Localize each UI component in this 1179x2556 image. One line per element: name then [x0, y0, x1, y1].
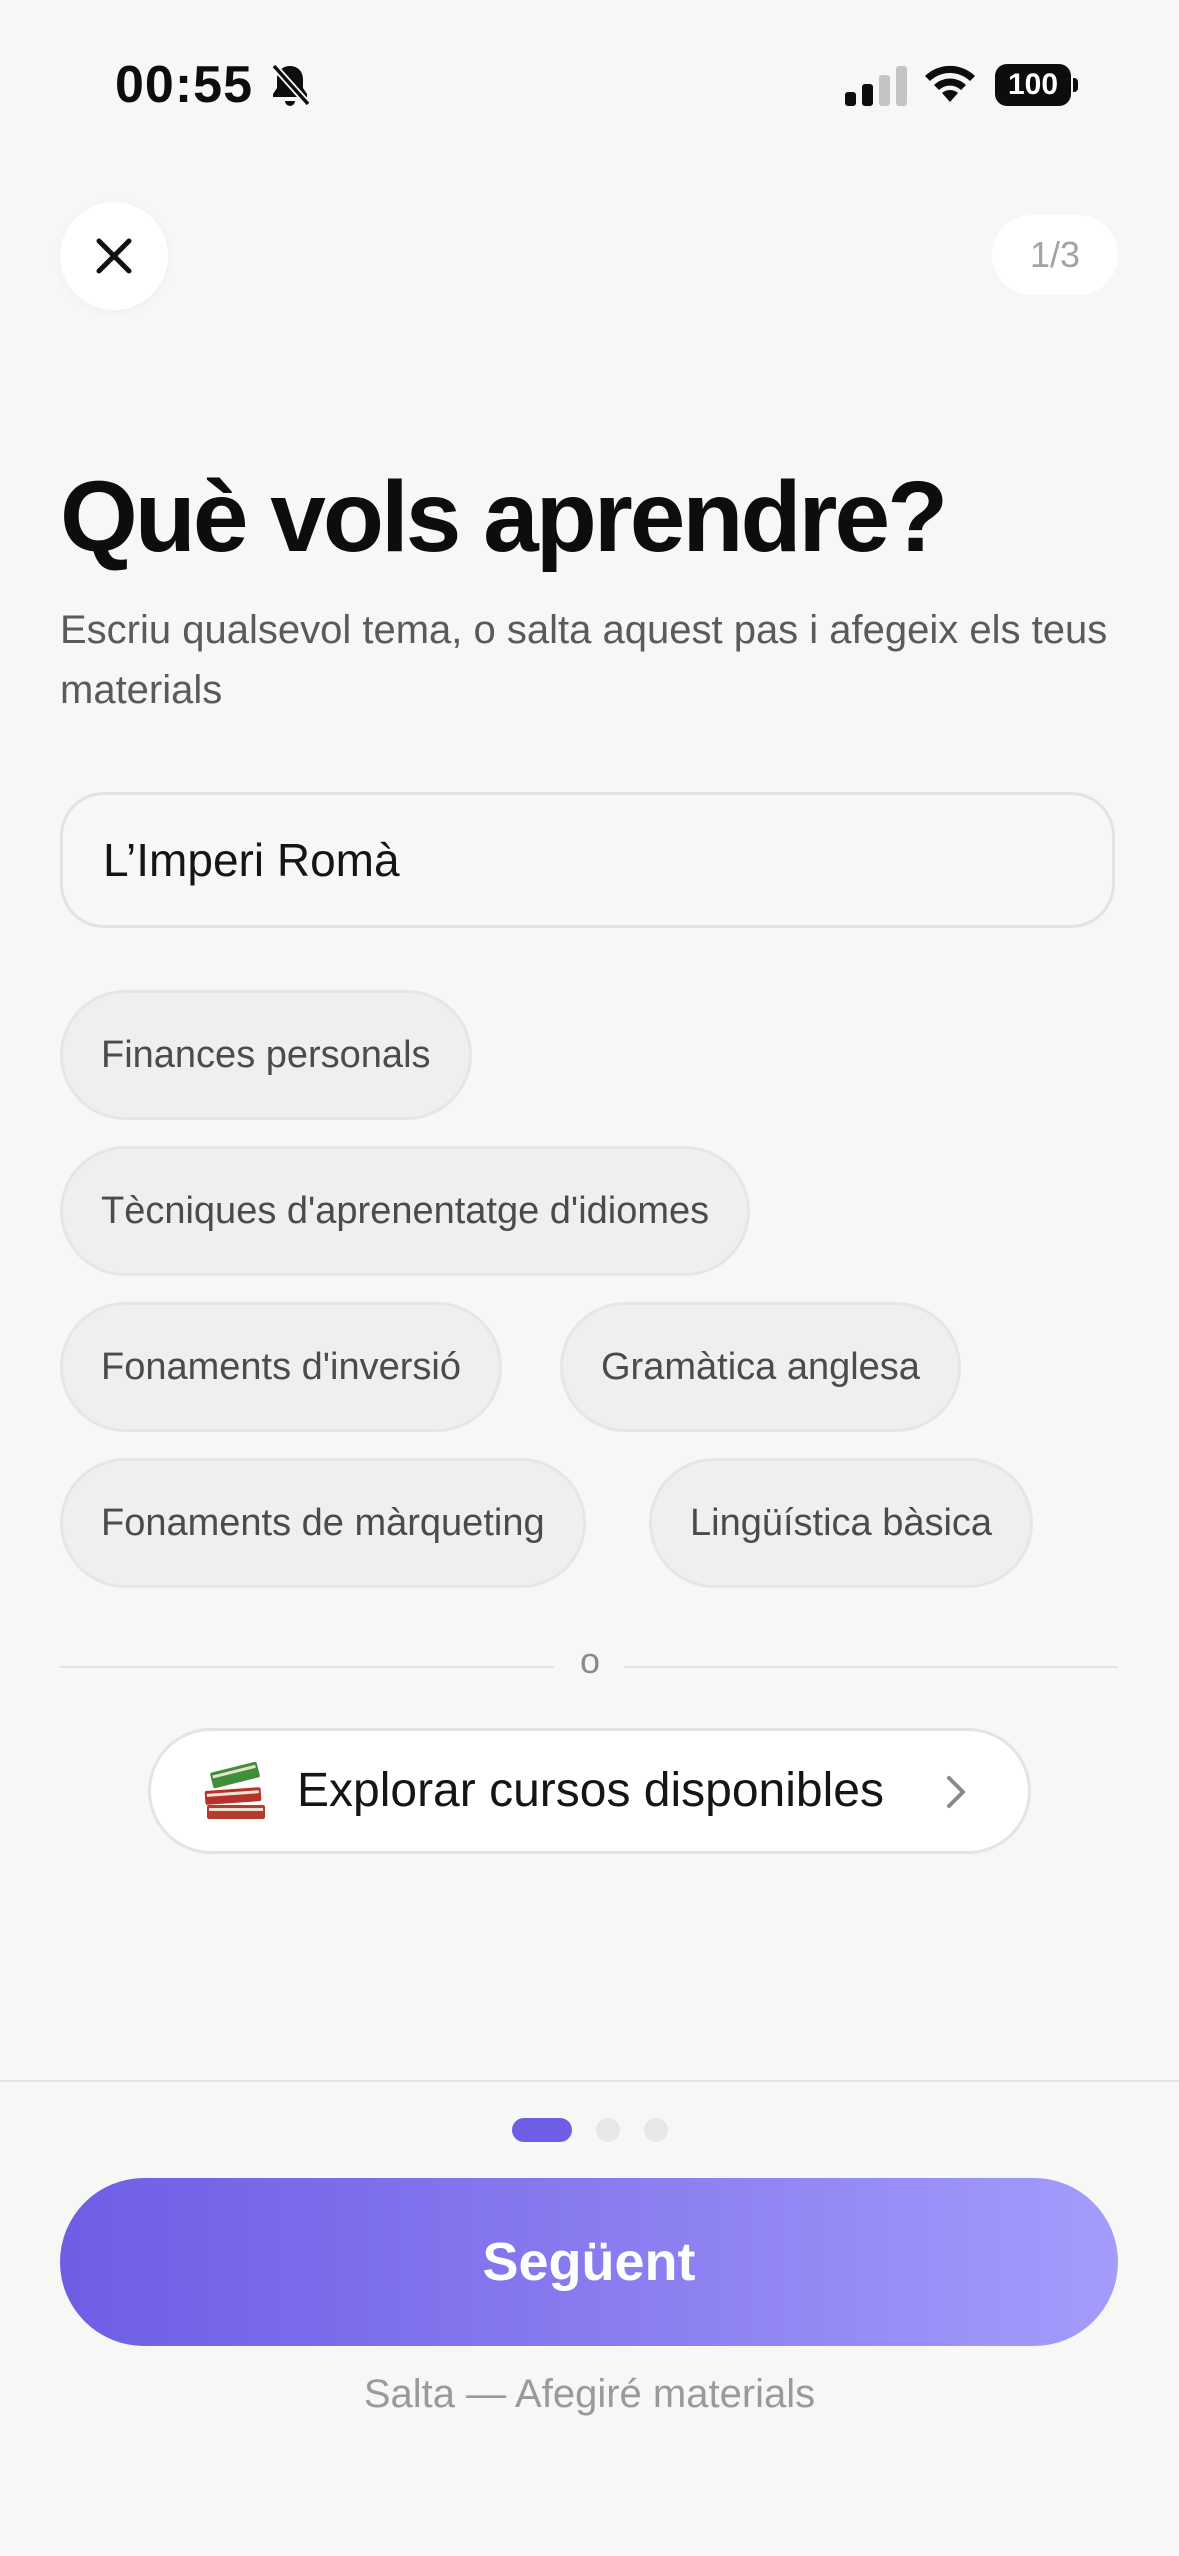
battery-tip	[1073, 78, 1078, 92]
books-icon	[204, 1761, 265, 1819]
close-button[interactable]	[60, 202, 168, 310]
chevron-right-icon	[947, 1776, 965, 1808]
close-icon	[96, 238, 132, 274]
page-subtitle: Escriu qualsevol tema, o salta aquest pa…	[60, 608, 1108, 712]
suggestion-chip-english-grammar[interactable]: Gramàtica anglesa	[560, 1302, 961, 1432]
divider-right	[624, 1666, 1118, 1668]
suggestion-chip-personal-finance[interactable]: Finances personals	[60, 990, 472, 1120]
cellular-signal-icon	[845, 66, 907, 106]
divider-left	[60, 1666, 554, 1668]
explore-courses-label: Explorar cursos disponibles	[297, 1764, 884, 1817]
topic-input[interactable]	[60, 792, 1115, 928]
suggestion-chip-basic-linguistics[interactable]: Lingüística bàsica	[649, 1458, 1034, 1588]
suggestion-chip-investing-basics[interactable]: Fonaments d'inversió	[60, 1302, 502, 1432]
status-time: 00:55	[115, 56, 253, 114]
battery-icon: 100	[995, 64, 1078, 106]
footer-divider	[0, 2080, 1179, 2082]
page-dot	[596, 2118, 620, 2142]
step-counter: 1/3	[992, 215, 1118, 295]
page-title: Què vols aprendre?	[60, 461, 948, 573]
page-dot	[644, 2118, 668, 2142]
status-bar: 00:55 100	[0, 0, 1179, 170]
divider-text: o	[579, 1640, 601, 1681]
skip-link[interactable]: Salta — Afegiré materials	[0, 2372, 1179, 2417]
suggestion-chip-marketing-basics[interactable]: Fonaments de màrqueting	[60, 1458, 586, 1588]
suggestion-chip-language-learning[interactable]: Tècniques d'aprenentatge d'idiomes	[60, 1146, 751, 1276]
explore-courses-button[interactable]: Explorar cursos disponibles	[148, 1728, 1031, 1854]
page-dot-active	[512, 2118, 572, 2142]
wifi-icon	[925, 65, 975, 102]
battery-level: 100	[995, 64, 1071, 106]
next-button[interactable]: Següent	[60, 2178, 1118, 2346]
bell-slash-icon	[271, 63, 311, 107]
